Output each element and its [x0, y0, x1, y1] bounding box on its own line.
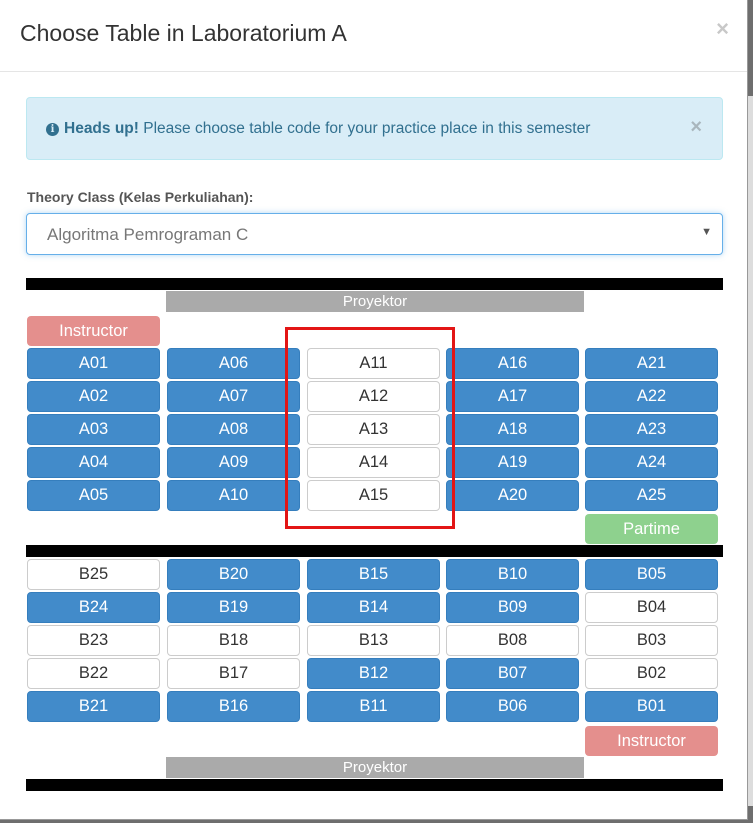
table-seat-a02[interactable]: A02 [27, 381, 160, 412]
table-seat-a01[interactable]: A01 [27, 348, 160, 379]
table-seat-a25[interactable]: A25 [585, 480, 718, 511]
table-seat-a23[interactable]: A23 [585, 414, 718, 445]
table-seat-b08[interactable]: B08 [446, 625, 579, 656]
table-seat-b01[interactable]: B01 [585, 691, 718, 722]
wall-bottom [26, 779, 723, 791]
table-seat-b24[interactable]: B24 [27, 592, 160, 623]
projector-b: Proyektor [166, 757, 584, 778]
info-icon: i [46, 123, 59, 136]
table-seat-a19[interactable]: A19 [446, 447, 579, 478]
instructor-a: Instructor [27, 316, 160, 346]
table-seat-a21[interactable]: A21 [585, 348, 718, 379]
heads-up-alert: i Heads up! Please choose table code for … [26, 97, 723, 160]
table-seat-b17[interactable]: B17 [167, 658, 300, 689]
wall-top [26, 278, 723, 290]
table-seat-b18[interactable]: B18 [167, 625, 300, 656]
alert-close-icon[interactable]: × [690, 116, 702, 139]
table-seat-b07[interactable]: B07 [446, 658, 579, 689]
modal-title: Choose Table in Laboratorium A [20, 20, 347, 46]
table-seat-b02[interactable]: B02 [585, 658, 718, 689]
partime-label: Partime [585, 514, 718, 544]
table-seat-a03[interactable]: A03 [27, 414, 160, 445]
table-seat-b13[interactable]: B13 [307, 625, 440, 656]
table-seat-b15[interactable]: B15 [307, 559, 440, 590]
table-seat-b19[interactable]: B19 [167, 592, 300, 623]
table-seat-b12[interactable]: B12 [307, 658, 440, 689]
table-seat-a22[interactable]: A22 [585, 381, 718, 412]
theory-class-label: Theory Class (Kelas Perkuliahan): [27, 189, 254, 205]
background-page-edge [748, 96, 753, 806]
modal-close-icon[interactable]: × [716, 16, 729, 42]
table-seat-b06[interactable]: B06 [446, 691, 579, 722]
table-seat-a04[interactable]: A04 [27, 447, 160, 478]
table-seat-b23[interactable]: B23 [27, 625, 160, 656]
theory-class-select[interactable]: Algoritma Pemrograman C ▼ [26, 213, 723, 255]
table-seat-a05[interactable]: A05 [27, 480, 160, 511]
table-seat-a09[interactable]: A09 [167, 447, 300, 478]
chevron-down-icon: ▼ [701, 226, 712, 238]
alert-strong: Heads up! [64, 120, 139, 137]
alert-text: Please choose table code for your practi… [138, 120, 591, 137]
table-seat-b14[interactable]: B14 [307, 592, 440, 623]
table-seat-b25[interactable]: B25 [27, 559, 160, 590]
table-seat-b11[interactable]: B11 [307, 691, 440, 722]
table-seat-a06[interactable]: A06 [167, 348, 300, 379]
table-seat-a18[interactable]: A18 [446, 414, 579, 445]
table-seat-a08[interactable]: A08 [167, 414, 300, 445]
alert-message: i Heads up! Please choose table code for … [46, 120, 590, 138]
table-seat-b04[interactable]: B04 [585, 592, 718, 623]
table-seat-a17[interactable]: A17 [446, 381, 579, 412]
projector-a: Proyektor [166, 291, 584, 312]
wall-middle [26, 545, 723, 557]
table-seat-a20[interactable]: A20 [446, 480, 579, 511]
table-seat-b22[interactable]: B22 [27, 658, 160, 689]
modal-header: Choose Table in Laboratorium A × [0, 0, 747, 72]
highlight-box [285, 327, 455, 529]
table-seat-a10[interactable]: A10 [167, 480, 300, 511]
table-seat-a07[interactable]: A07 [167, 381, 300, 412]
theory-class-selected: Algoritma Pemrograman C [47, 225, 249, 244]
table-seat-b09[interactable]: B09 [446, 592, 579, 623]
table-seat-b10[interactable]: B10 [446, 559, 579, 590]
table-seat-b16[interactable]: B16 [167, 691, 300, 722]
table-seat-b03[interactable]: B03 [585, 625, 718, 656]
table-seat-a24[interactable]: A24 [585, 447, 718, 478]
table-seat-b20[interactable]: B20 [167, 559, 300, 590]
choose-table-modal: Choose Table in Laboratorium A × i Heads … [0, 0, 748, 820]
table-seat-b05[interactable]: B05 [585, 559, 718, 590]
table-seat-b21[interactable]: B21 [27, 691, 160, 722]
table-seat-a16[interactable]: A16 [446, 348, 579, 379]
instructor-b: Instructor [585, 726, 718, 756]
